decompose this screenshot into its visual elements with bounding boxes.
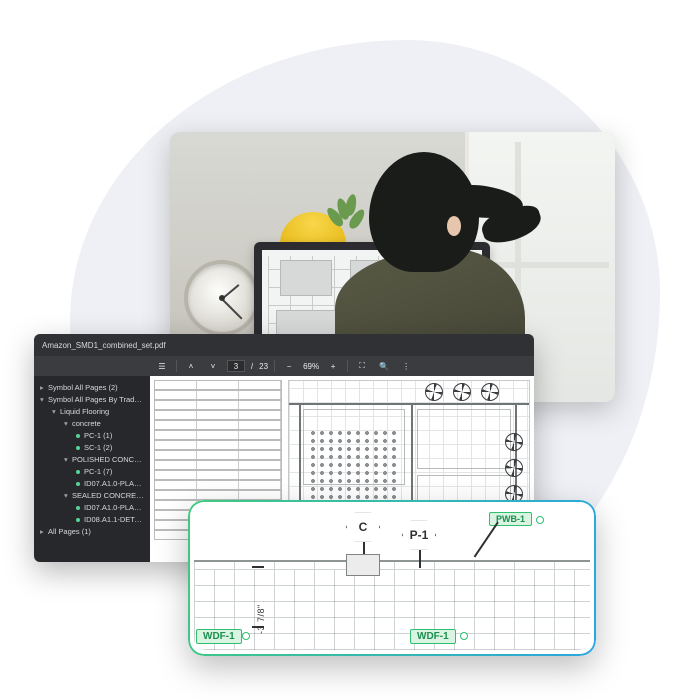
outline-node[interactable]: ▾Symbol All Pages By Trade & Symbol (16) — [38, 394, 144, 406]
leader-dot-icon — [242, 632, 250, 640]
outline-node[interactable]: PC-1 (7) — [38, 466, 144, 478]
pdf-toolbar: ☰ ˄ ˅ 3 / 23 − 69% + ⛶ 🔍 ⋮ — [34, 356, 534, 376]
outline-node[interactable]: ID08.A1.1-DETAIL(07) — [38, 514, 144, 526]
ceiling-fan-icon — [453, 383, 471, 401]
leader-line — [419, 550, 421, 568]
grid-bubble: C — [346, 512, 380, 542]
search-icon[interactable]: 🔍 — [376, 359, 392, 373]
outline-node[interactable]: ▾Liquid Flooring — [38, 406, 144, 418]
ceiling-fan-icon — [505, 459, 523, 477]
column-symbol — [346, 554, 380, 576]
ceiling-fan-icon — [481, 383, 499, 401]
plan-detail-card: PWB-1 C P-1 -3 7/8" WDF-1 WDF-1 — [188, 500, 596, 656]
zoom-out-icon[interactable]: − — [281, 359, 297, 373]
fit-page-icon[interactable]: ⛶ — [354, 359, 370, 373]
grid-bubble: P-1 — [402, 520, 436, 550]
ceiling-fan-icon — [425, 383, 443, 401]
page-current-input[interactable]: 3 — [227, 360, 245, 372]
ceiling-fan-icon — [505, 433, 523, 451]
outline-node[interactable]: ID07.A1.0-PLAN(07) — [38, 478, 144, 490]
pdf-titlebar: Amazon_SMD1_combined_set.pdf — [34, 334, 534, 356]
zoom-in-icon[interactable]: + — [325, 359, 341, 373]
outline-node[interactable]: ▾POLISHED CONCRETE (7) — [38, 454, 144, 466]
sidebar-toggle-icon[interactable]: ☰ — [154, 359, 170, 373]
pdf-outline-panel[interactable]: ▸Symbol All Pages (2) ▾Symbol All Pages … — [34, 376, 150, 562]
page-next-icon[interactable]: ˅ — [205, 359, 221, 373]
outline-node[interactable]: ▾SEALED CONCRETE (7) — [38, 490, 144, 502]
outline-node[interactable]: ID07.A1.0-PLAN(07) — [38, 502, 144, 514]
page-sep: / — [251, 362, 253, 371]
outline-node[interactable]: PC-1 (1) — [38, 430, 144, 442]
leader-dot-icon — [536, 516, 544, 524]
page-total: 23 — [259, 362, 268, 371]
pdf-filename: Amazon_SMD1_combined_set.pdf — [42, 341, 166, 350]
outline-node[interactable]: SC-1 (2) — [38, 442, 144, 454]
dimension-label: -3 7/8" — [256, 604, 266, 634]
leader-dot-icon — [460, 632, 468, 640]
outline-node[interactable]: ▾concrete — [38, 418, 144, 430]
zoom-level: 69% — [303, 362, 319, 371]
brick-hatch — [194, 560, 590, 650]
callout-tag: WDF-1 — [196, 629, 242, 644]
callout-tag: WDF-1 — [410, 629, 456, 644]
outline-node[interactable]: ▸Symbol All Pages (2) — [38, 382, 144, 394]
more-menu-icon[interactable]: ⋮ — [398, 359, 414, 373]
page-prev-icon[interactable]: ˄ — [183, 359, 199, 373]
dim-tick-icon — [252, 566, 264, 568]
leader-line — [473, 522, 498, 558]
wall-clock — [184, 260, 260, 336]
outline-node[interactable]: ▸All Pages (1) — [38, 526, 144, 538]
